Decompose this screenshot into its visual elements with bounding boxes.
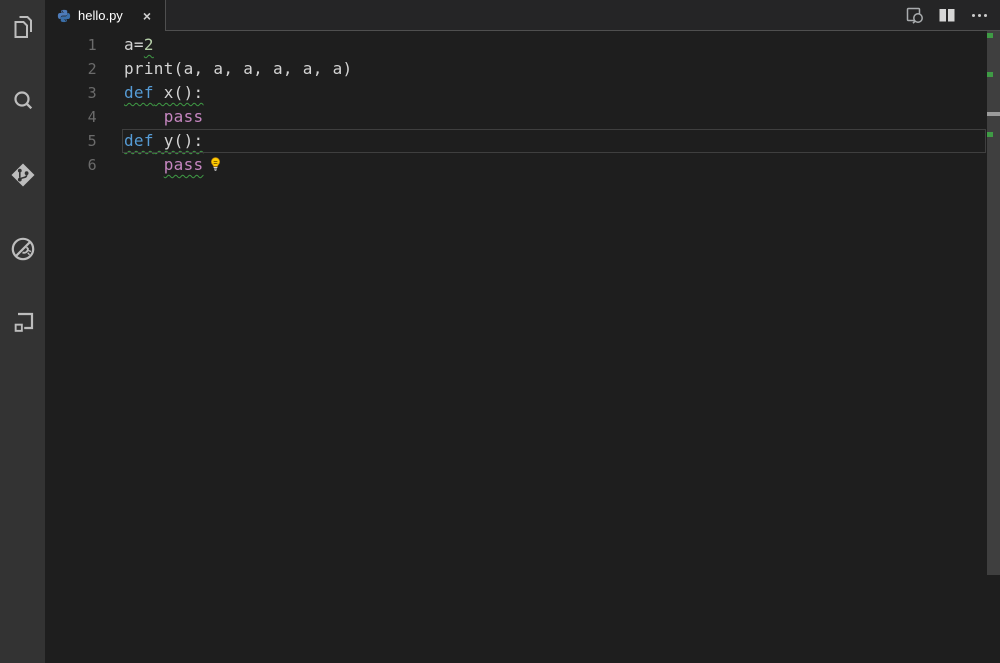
code-line-content: pass xyxy=(163,107,204,126)
sidebar-item-search[interactable] xyxy=(0,75,45,126)
sidebar-item-source-control[interactable] xyxy=(0,149,45,200)
code-line-content: def x(): xyxy=(124,83,204,102)
extensions-icon xyxy=(9,309,37,337)
code-line[interactable]: 4 pass xyxy=(45,105,1000,129)
warning-mark xyxy=(987,132,993,137)
explorer-icon xyxy=(9,13,37,41)
sidebar-item-debug[interactable] xyxy=(0,223,45,274)
code-line[interactable]: 1 a=2 xyxy=(45,33,1000,57)
more-actions-icon xyxy=(971,13,987,17)
line-number[interactable]: 6 xyxy=(45,153,124,177)
lightbulb-icon[interactable] xyxy=(208,155,223,179)
line-number[interactable]: 4 xyxy=(45,105,124,129)
search-icon xyxy=(9,87,37,115)
editor[interactable]: 1 a=2 2 print(a, a, a, a, a, a) 3 def x(): 4 p… xyxy=(45,31,1000,663)
code-line-content: a=2 xyxy=(124,35,154,54)
code-line[interactable]: 6 pass xyxy=(45,153,1000,177)
tab-bar: hello.py × xyxy=(45,0,1000,31)
warning-mark xyxy=(987,72,993,77)
line-number[interactable]: 3 xyxy=(45,81,124,105)
source-control-icon xyxy=(9,161,37,189)
warning-mark xyxy=(987,33,993,38)
line-number[interactable]: 2 xyxy=(45,57,124,81)
code-line[interactable]: 3 def x(): xyxy=(45,81,1000,105)
code-line-content: pass xyxy=(124,153,223,177)
debug-icon xyxy=(9,235,37,263)
code-line[interactable]: 2 print(a, a, a, a, a, a) xyxy=(45,57,1000,81)
vscode-window: hello.py × 1 a=2 2 print(a, a, a, a, a, … xyxy=(0,0,1000,663)
editor-group: hello.py × 1 a=2 2 print(a, a, a, a, a, … xyxy=(45,0,1000,663)
close-icon[interactable]: × xyxy=(139,8,155,24)
tab-bar-empty-area xyxy=(165,0,1000,31)
cursor-mark xyxy=(987,112,1000,116)
python-icon xyxy=(57,9,71,23)
split-editor-button[interactable] xyxy=(934,3,960,27)
open-preview-button[interactable] xyxy=(902,3,928,27)
split-editor-icon xyxy=(938,6,956,24)
code-line-content: def y(): xyxy=(124,131,204,150)
tab-title: hello.py xyxy=(78,8,123,23)
code-line-content: print(a, a, a, a, a, a) xyxy=(124,59,353,78)
activity-bar xyxy=(0,0,45,663)
line-number[interactable]: 1 xyxy=(45,33,124,57)
line-number[interactable]: 5 xyxy=(45,129,124,153)
sidebar-item-extensions[interactable] xyxy=(0,297,45,348)
code-lines: 1 a=2 2 print(a, a, a, a, a, a) 3 def x(): 4 p… xyxy=(45,31,1000,177)
code-line[interactable]: 5 def y(): xyxy=(45,129,1000,153)
open-preview-icon xyxy=(905,5,925,25)
sidebar-item-explorer[interactable] xyxy=(0,1,45,52)
more-actions-button[interactable] xyxy=(966,3,992,27)
scrollbar xyxy=(987,31,1000,663)
tab-hello-py[interactable]: hello.py × xyxy=(45,0,165,31)
